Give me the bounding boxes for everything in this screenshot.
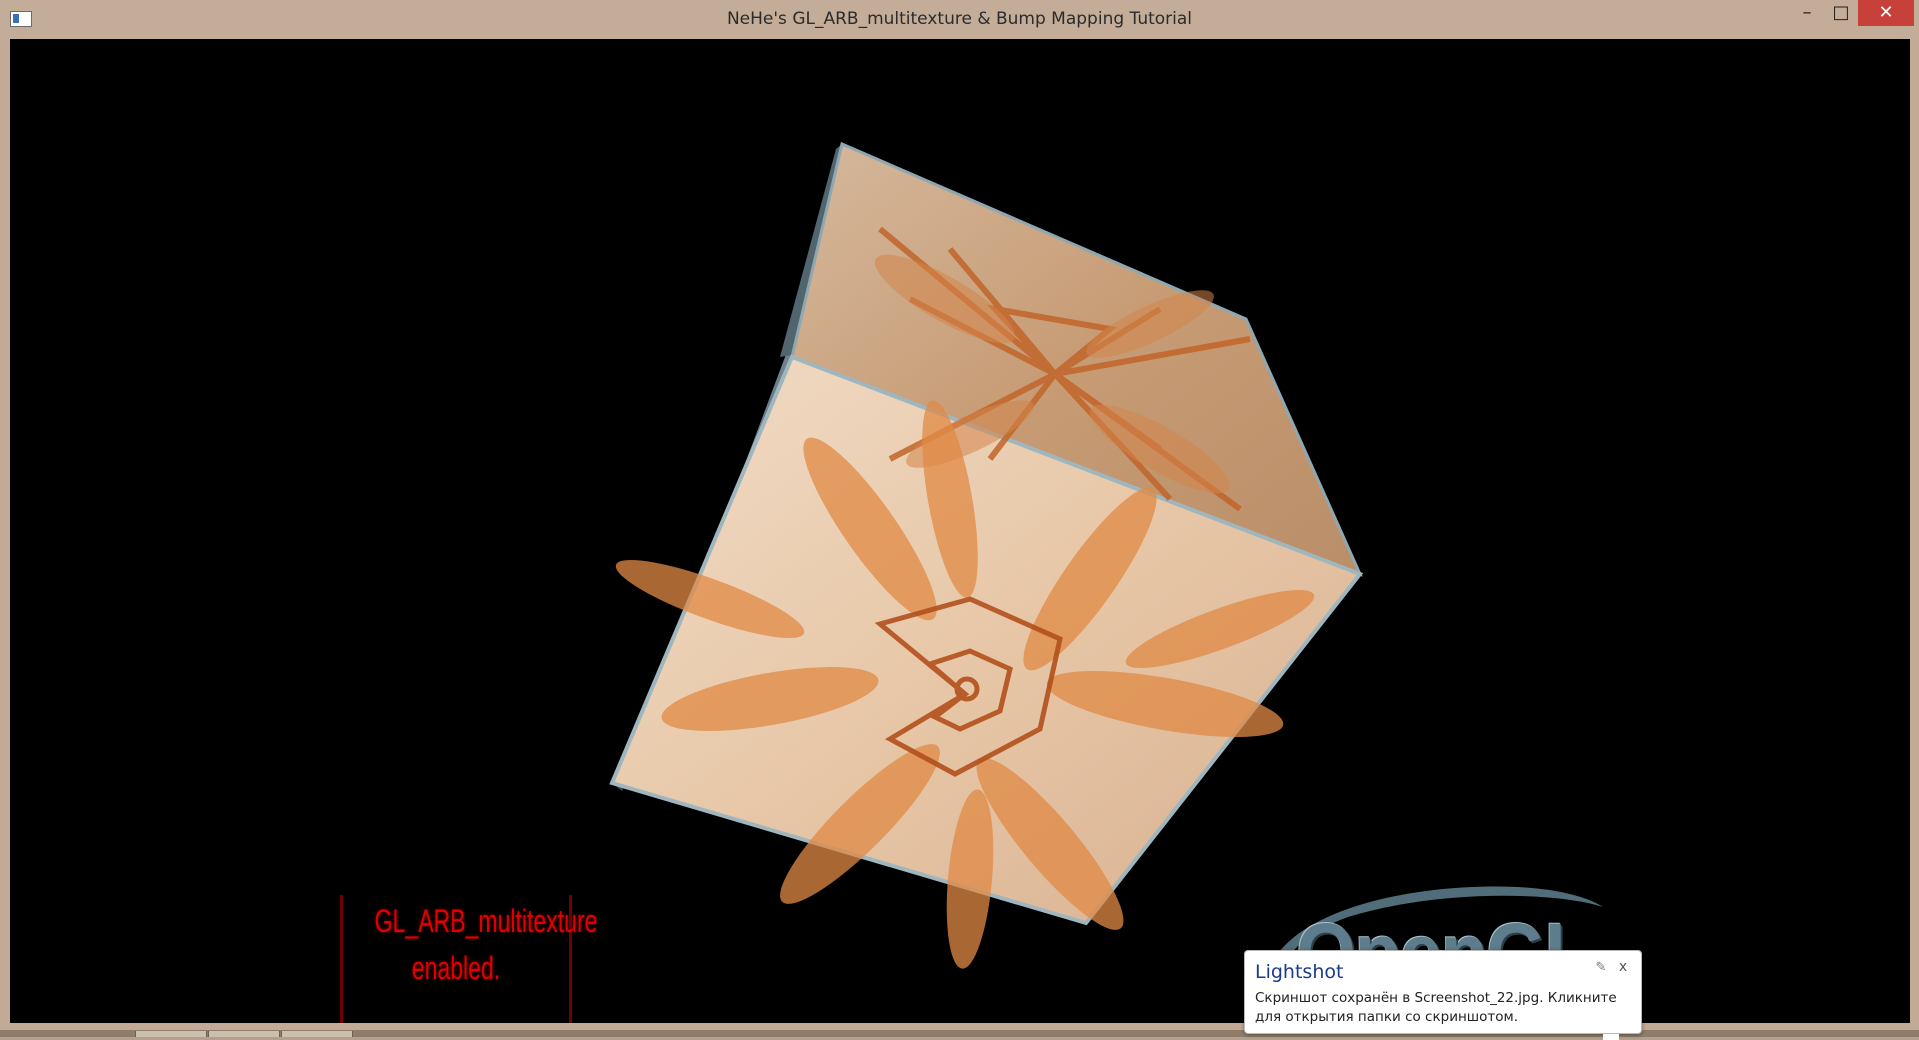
multitexture-status-panel: GL_ARB_multitexture enabled. [340,895,598,1023]
gl-viewport[interactable]: GL_ARB_multitexture enabled. OpenGL ™ [10,39,1910,1023]
status-line-extension: GL_ARB_multitexture [374,903,598,939]
maximize-button[interactable]: □ [1824,0,1858,26]
bump-mapped-cube [609,141,1364,969]
title-bar[interactable]: NeHe's GL_ARB_multitexture & Bump Mappin… [0,0,1919,39]
status-line-enabled: enabled. [411,950,501,986]
taskbar-button[interactable] [281,1031,353,1037]
notification-message[interactable]: Скриншот сохранён в Screenshot_22.jpg. К… [1255,989,1640,1027]
window-title: NeHe's GL_ARB_multitexture & Bump Mappin… [726,9,1193,29]
lightshot-notification[interactable]: Lightshot ✎ x Скриншот сохранён в Screen… [1244,950,1642,1040]
pin-icon[interactable]: ✎ [1593,960,1609,976]
close-icon[interactable]: x [1615,959,1631,975]
minimize-button[interactable]: – [1790,0,1824,26]
taskbar-button[interactable] [135,1031,207,1037]
close-button[interactable]: ✕ [1858,0,1914,26]
taskbar-button[interactable] [208,1031,280,1037]
app-window: NeHe's GL_ARB_multitexture & Bump Mappin… [0,0,1919,1030]
notification-title: Lightshot [1255,961,1344,983]
notification-pointer [1603,1034,1619,1040]
